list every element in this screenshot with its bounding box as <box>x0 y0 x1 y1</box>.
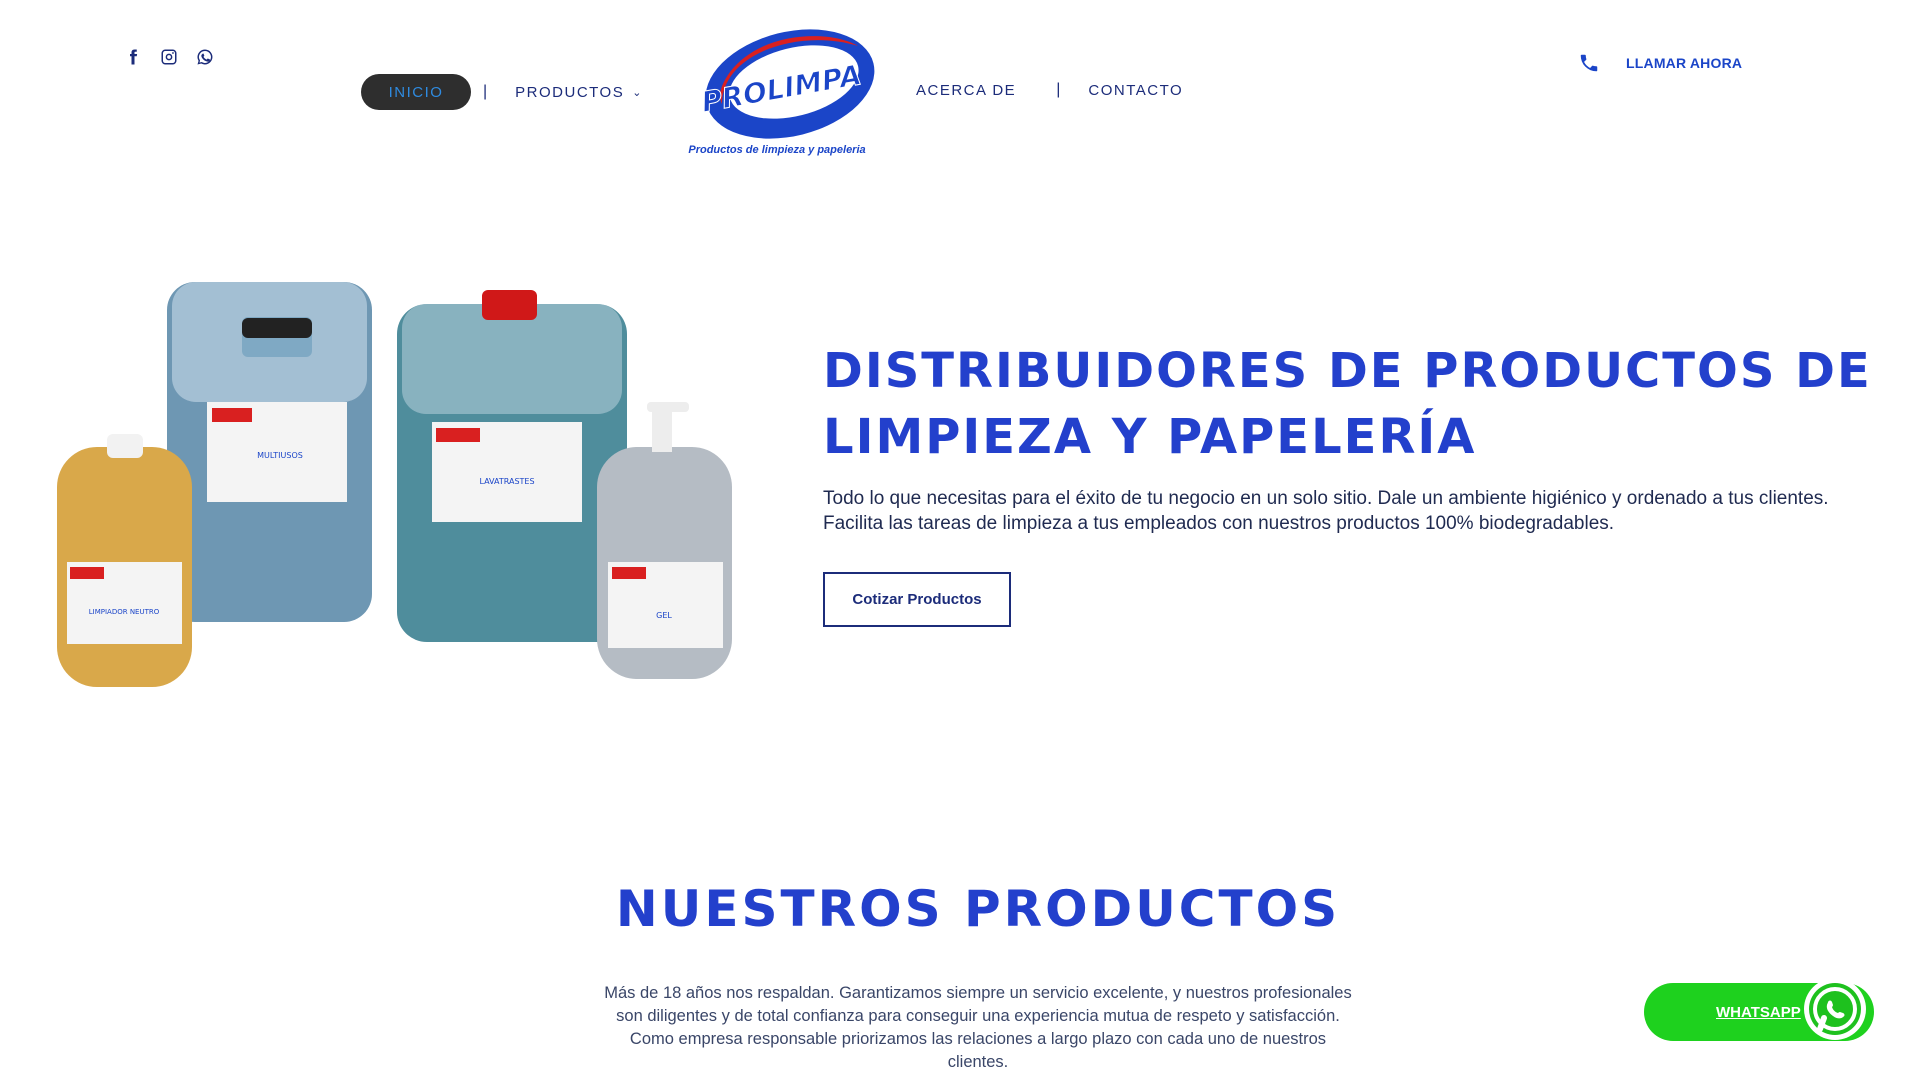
main-nav-right: ACERCA DE | CONTACTO <box>916 81 1183 99</box>
label-gel: GEL <box>656 611 672 620</box>
hero-title-line1: DISTRIBUIDORES DE PRODUCTOS DE <box>823 343 1872 399</box>
instagram-icon[interactable] <box>160 48 178 66</box>
hero-description: Todo lo que necesitas para el éxito de t… <box>823 488 1829 534</box>
nav-separator: | <box>1056 81 1061 98</box>
hero-title: DISTRIBUIDORES DE PRODUCTOS DE LIMPIEZA … <box>823 338 1893 470</box>
label-limpiador-neutro: LIMPIADOR NEUTRO <box>89 608 160 616</box>
nav-acerca-de[interactable]: ACERCA DE <box>916 82 1016 99</box>
prolimpa-logo[interactable]: PROLIMPA <box>682 22 882 162</box>
chevron-down-icon: ⌄ <box>632 86 643 99</box>
products-section-text: Más de 18 años nos respaldan. Garantizam… <box>604 984 1352 1071</box>
whatsapp-icon[interactable] <box>196 48 214 66</box>
logo-tagline: Productos de limpieza y papeleria <box>688 144 866 156</box>
whatsapp-float-icon[interactable] <box>1800 974 1870 1044</box>
social-links <box>124 48 214 66</box>
hero-title-line2: LIMPIEZA Y PAPELERÍA <box>823 409 1477 465</box>
products-section-title: NUESTROS PRODUCTOS <box>615 880 1341 938</box>
whatsapp-label: WHATSAPP <box>1716 1003 1801 1021</box>
hero-products-image: MULTIUSOS LAVATRASTES LIMPIADOR NEUTRO G… <box>52 262 732 702</box>
cotizar-productos-button[interactable]: Cotizar Productos <box>823 572 1011 627</box>
call-now-link[interactable]: LLAMAR AHORA <box>1578 52 1742 74</box>
nav-separator: | <box>483 83 488 100</box>
phone-icon <box>1580 54 1598 72</box>
nav-productos[interactable]: PRODUCTOS ⌄ <box>515 84 643 101</box>
main-nav-left: INICIO | PRODUCTOS ⌄ <box>361 74 643 110</box>
nav-contacto[interactable]: CONTACTO <box>1088 82 1183 99</box>
facebook-icon[interactable] <box>124 48 142 66</box>
nav-productos-label: PRODUCTOS <box>515 83 625 101</box>
label-lavatrastes: LAVATRASTES <box>479 477 534 486</box>
label-multiusos: MULTIUSOS <box>257 451 303 460</box>
call-now-label: LLAMAR AHORA <box>1626 55 1743 71</box>
nav-inicio[interactable]: INICIO <box>361 74 471 110</box>
